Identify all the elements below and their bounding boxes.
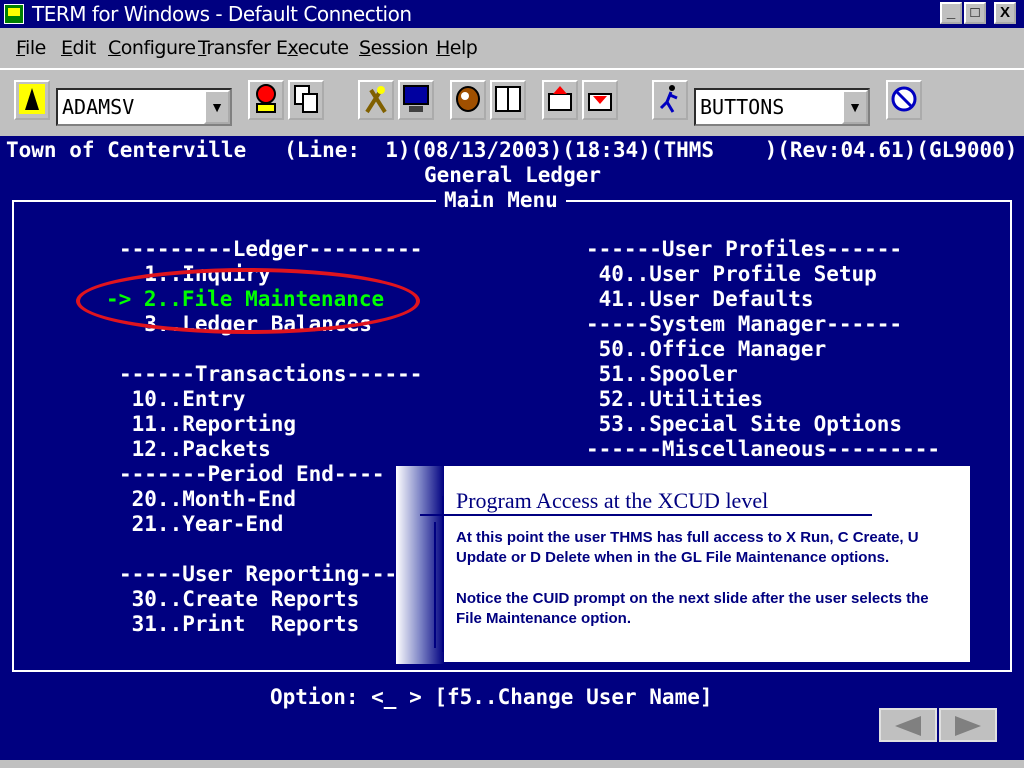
buttons-value: BUTTONS bbox=[700, 95, 785, 119]
menu-option[interactable]: 21..Year-End bbox=[119, 512, 284, 537]
menu-option[interactable]: 30..Create Reports bbox=[119, 587, 360, 612]
callout-rule bbox=[420, 514, 872, 516]
menu-help[interactable]: Help bbox=[436, 37, 478, 59]
menu-execute[interactable]: Execute bbox=[276, 37, 349, 59]
window-border bbox=[0, 760, 1024, 768]
run-icon[interactable] bbox=[652, 80, 688, 120]
callout-paragraph: At this point the user THMS has full acc… bbox=[456, 529, 919, 566]
connect-icon[interactable] bbox=[14, 80, 50, 120]
upload-icon[interactable] bbox=[542, 80, 578, 120]
menu-option[interactable]: 12..Packets bbox=[119, 437, 271, 462]
phone-icon[interactable] bbox=[248, 80, 284, 120]
menu-option[interactable]: 40..User Profile Setup bbox=[586, 262, 877, 287]
option-prompt[interactable]: Option: <_ > [f5..Change User Name] bbox=[270, 685, 713, 710]
window-title: TERM for Windows - Default Connection bbox=[32, 2, 412, 26]
toolbar: ADAMSV ▼ BUTTONS ▼ bbox=[0, 68, 1024, 136]
close-button[interactable]: X bbox=[994, 2, 1016, 24]
menu-bar: File Edit Configure Transfer Execute Ses… bbox=[0, 28, 1024, 68]
terminal-screen[interactable]: Town of Centerville (Line: 1)(08/13/2003… bbox=[0, 136, 1024, 760]
previous-slide-button[interactable] bbox=[879, 708, 937, 742]
section-header-transactions: ------Transactions------ bbox=[119, 362, 423, 386]
menu-option[interactable]: 10..Entry bbox=[119, 387, 246, 412]
copy-icon[interactable] bbox=[288, 80, 324, 120]
baseball-glove-icon[interactable] bbox=[450, 80, 486, 120]
menu-file[interactable]: File bbox=[16, 37, 46, 59]
connection-value: ADAMSV bbox=[62, 95, 135, 119]
menu-transfer[interactable]: Transfer bbox=[198, 37, 271, 59]
monitor-icon[interactable] bbox=[398, 80, 434, 120]
chevron-down-icon[interactable]: ▼ bbox=[842, 90, 868, 124]
buttons-select[interactable]: BUTTONS ▼ bbox=[694, 88, 870, 126]
book-icon[interactable] bbox=[490, 80, 526, 120]
tools-icon[interactable] bbox=[358, 80, 394, 120]
menu-option[interactable]: 31..Print Reports bbox=[119, 612, 360, 637]
section-header-system-manager: -----System Manager------ bbox=[586, 312, 903, 336]
section-header-period-end: -------Period End---- bbox=[119, 462, 385, 486]
status-line: Town of Centerville (Line: 1)(08/13/2003… bbox=[6, 138, 1018, 162]
next-slide-button[interactable] bbox=[939, 708, 997, 742]
section-header-ledger: ---------Ledger--------- bbox=[119, 237, 423, 261]
menu-configure[interactable]: Configure bbox=[108, 37, 196, 59]
download-icon[interactable] bbox=[582, 80, 618, 120]
menu-option[interactable]: 51..Spooler bbox=[586, 362, 738, 387]
callout-rule-vertical bbox=[434, 522, 436, 648]
section-header-user-reporting: -----User Reporting--- bbox=[119, 562, 398, 586]
callout-paragraph: Notice the CUID prompt on the next slide… bbox=[456, 590, 929, 627]
menu-option[interactable]: 41..User Defaults bbox=[586, 287, 814, 312]
callout-accent-bar bbox=[396, 466, 444, 664]
section-header-miscellaneous: ------Miscellaneous--------- bbox=[586, 437, 941, 461]
menu-option[interactable]: 52..Utilities bbox=[586, 387, 763, 412]
menu-option[interactable]: 11..Reporting bbox=[119, 412, 296, 437]
menu-title: Main Menu bbox=[436, 188, 566, 213]
callout-box: Program Access at the XCUD level At this… bbox=[394, 464, 972, 664]
app-icon[interactable] bbox=[4, 4, 24, 24]
highlight-oval bbox=[76, 268, 420, 334]
menu-option[interactable]: 53..Special Site Options bbox=[586, 412, 902, 437]
menu-session[interactable]: Session bbox=[359, 37, 429, 59]
connection-select[interactable]: ADAMSV ▼ bbox=[56, 88, 232, 126]
minimize-button[interactable]: _ bbox=[940, 2, 962, 24]
menu-option[interactable]: 50..Office Manager bbox=[586, 337, 827, 362]
section-header-user-profiles: ------User Profiles------ bbox=[586, 237, 903, 261]
callout-title: Program Access at the XCUD level bbox=[456, 488, 769, 513]
menu-edit[interactable]: Edit bbox=[61, 37, 96, 59]
title-bar: TERM for Windows - Default Connection _ … bbox=[0, 0, 1024, 28]
arrow-right-icon bbox=[955, 716, 981, 736]
maximize-button[interactable]: □ bbox=[964, 2, 986, 24]
callout-body: At this point the user THMS has full acc… bbox=[456, 528, 956, 650]
app-heading: General Ledger bbox=[424, 163, 602, 187]
no-entry-icon[interactable] bbox=[886, 80, 922, 120]
chevron-down-icon[interactable]: ▼ bbox=[204, 90, 230, 124]
menu-option[interactable]: 20..Month-End bbox=[119, 487, 296, 512]
arrow-left-icon bbox=[895, 716, 921, 736]
callout-rule-vertical bbox=[442, 496, 444, 652]
